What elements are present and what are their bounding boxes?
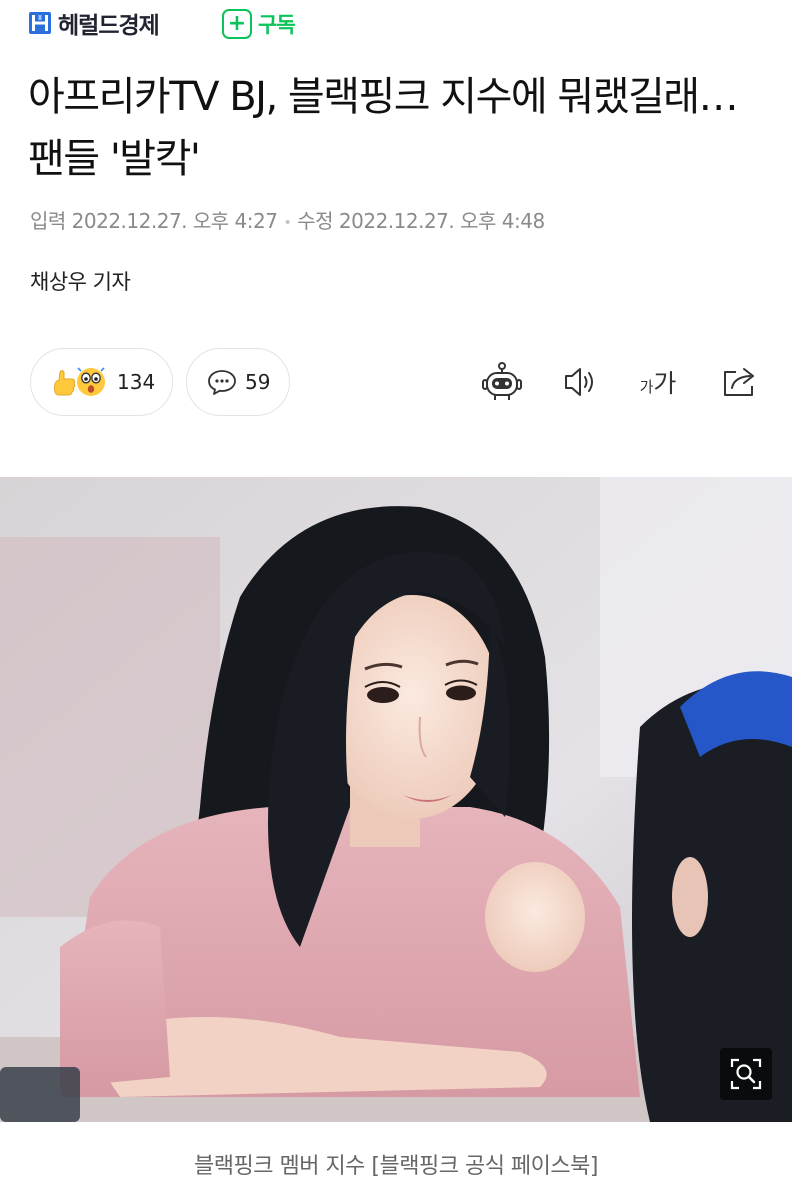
comment-bubble-icon xyxy=(208,370,236,395)
share-button[interactable] xyxy=(716,358,764,406)
reaction-count: 134 xyxy=(117,370,156,394)
font-size-large-glyph: 가 xyxy=(653,369,677,398)
read-aloud-button[interactable] xyxy=(556,358,604,406)
article-headline: 아프리카TV BJ, 블랙핑크 지수에 뭐랬길래…팬들 '발칵' xyxy=(28,74,739,182)
separator-dot: • xyxy=(283,214,292,231)
reaction-emoji-icon xyxy=(54,367,105,396)
summary-bot-button[interactable] xyxy=(478,358,526,406)
published-date: 입력 2022.12.27. 오후 4:27 xyxy=(30,209,278,233)
image-zoom-button[interactable] xyxy=(720,1048,772,1100)
photo-illustration xyxy=(0,477,792,1122)
font-size-button[interactable]: 가가 xyxy=(634,358,682,406)
subscribe-label: 구독 xyxy=(258,13,296,37)
robot-icon xyxy=(482,362,522,400)
modified-date: 수정 2022.12.27. 오후 4:48 xyxy=(297,209,545,233)
comment-count: 59 xyxy=(245,370,271,394)
subscribe-button[interactable]: + 구독 xyxy=(222,8,296,40)
plus-icon: + xyxy=(222,9,252,39)
herald-logo-icon xyxy=(29,12,51,34)
reaction-button[interactable]: 134 xyxy=(30,348,173,416)
press-name: 헤럴드경제 xyxy=(58,13,160,39)
speaker-icon xyxy=(565,368,593,396)
font-size-small-glyph: 가 xyxy=(639,378,654,396)
article-dates: 입력 2022.12.27. 오후 4:27 • 수정 2022.12.27. 오후… xyxy=(30,205,545,234)
comment-button[interactable]: 59 xyxy=(186,348,290,416)
article-photo[interactable] xyxy=(0,477,792,1122)
zoom-search-icon xyxy=(730,1058,762,1090)
press-logo[interactable]: 헤럴드경제 xyxy=(28,8,160,39)
share-icon xyxy=(724,368,754,396)
photo-caption: 블랙핑크 멤버 지수 [블랙핑크 공식 페이스북] xyxy=(194,1154,598,1179)
top-bar: 헤럴드경제 + 구독 xyxy=(0,0,792,46)
font-size-icon: 가가 xyxy=(640,364,677,400)
reporter-name[interactable]: 채상우 기자 xyxy=(30,266,131,296)
